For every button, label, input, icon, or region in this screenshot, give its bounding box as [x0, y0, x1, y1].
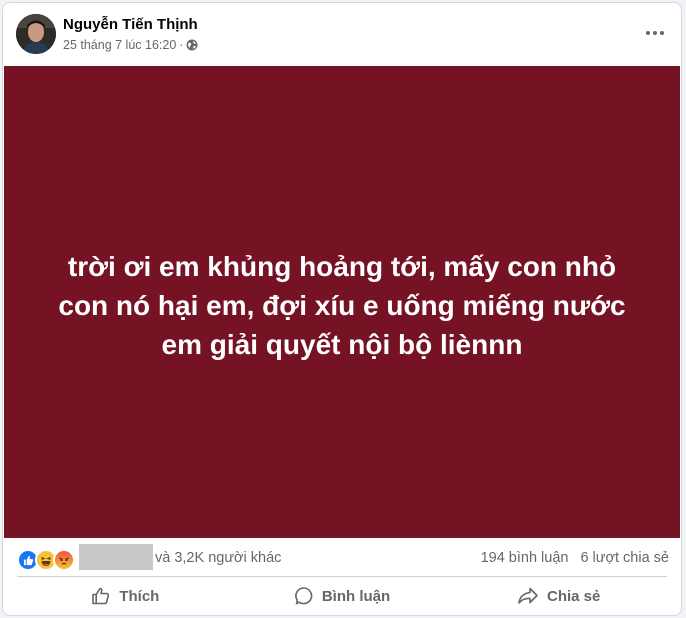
- post-stats: và 3,2K người khác 194 bình luận 6 lượt …: [3, 538, 681, 578]
- post-text-line: con nó hại em, đợi xíu e uống miếng nước: [58, 289, 626, 321]
- comment-icon: [294, 587, 313, 605]
- post-card: Nguyễn Tiến Thịnh 25 tháng 7 lúc 16:20 ·…: [2, 2, 682, 616]
- post-header: Nguyễn Tiến Thịnh 25 tháng 7 lúc 16:20 ·: [3, 3, 681, 67]
- divider: [17, 576, 667, 577]
- post-background: trời ơi em khủng hoảng tới, mấy con nhỏ …: [4, 66, 680, 538]
- share-label: Chia sẻ: [547, 587, 601, 605]
- post-meta: 25 tháng 7 lúc 16:20 ·: [63, 38, 198, 52]
- post-text: trời ơi em khủng hoảng tới, mấy con nhỏ …: [22, 247, 662, 364]
- angry-icon: [53, 549, 75, 571]
- globe-icon[interactable]: [186, 39, 198, 51]
- post-timestamp[interactable]: 25 tháng 7 lúc 16:20: [63, 38, 176, 52]
- action-bar: Thích Bình luận Chia sẻ: [17, 579, 667, 613]
- share-icon: [518, 587, 538, 604]
- post-text-line: trời ơi em khủng hoảng tới, mấy con nhỏ: [67, 250, 617, 282]
- share-count[interactable]: 6 lượt chia sẻ: [580, 550, 669, 566]
- dot: [653, 31, 657, 35]
- reaction-icons[interactable]: [17, 549, 75, 571]
- share-button[interactable]: Chia sẻ: [450, 579, 667, 613]
- comment-count[interactable]: 194 bình luận: [481, 550, 569, 566]
- like-label: Thích: [119, 587, 160, 605]
- comment-button[interactable]: Bình luận: [234, 579, 451, 613]
- reaction-summary[interactable]: và 3,2K người khác: [155, 550, 281, 566]
- comment-label: Bình luận: [321, 587, 391, 605]
- author-avatar[interactable]: [16, 14, 56, 54]
- author-name[interactable]: Nguyễn Tiến Thịnh: [63, 16, 198, 33]
- redacted-name: [79, 544, 153, 570]
- dot: [646, 31, 650, 35]
- more-options-button[interactable]: [643, 23, 667, 43]
- thumbs-up-icon: [92, 587, 110, 605]
- like-button[interactable]: Thích: [17, 579, 234, 613]
- dot: [660, 31, 664, 35]
- post-text-line: em giải quyết nội bộ liènnn: [161, 328, 523, 360]
- engagement-counts: 194 bình luận 6 lượt chia sẻ: [481, 550, 669, 566]
- meta-separator: ·: [179, 38, 184, 52]
